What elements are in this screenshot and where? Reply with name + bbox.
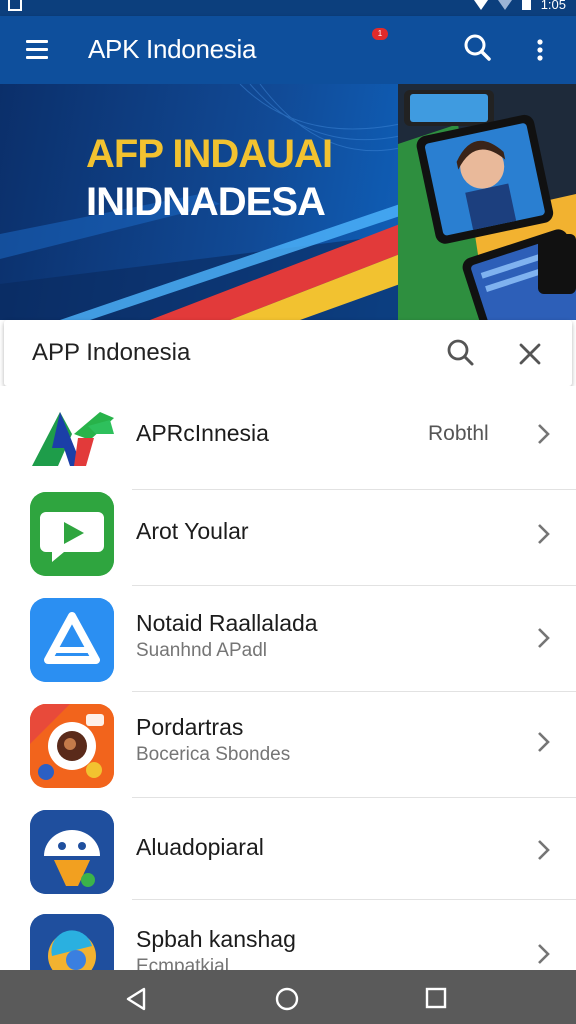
status-bar: 1:05 — [0, 0, 576, 16]
list-item[interactable]: Spbah kanshag Ecmpatkial — [0, 900, 576, 970]
chevron-right-icon — [538, 628, 550, 648]
app-meta-text: Robthl — [428, 422, 489, 445]
more-vert-icon[interactable] — [528, 34, 552, 66]
list-item[interactable]: Aluadopiaral — [0, 798, 576, 900]
app-list: APRcInnesia Robthl Arot Yoular Notaid Ra… — [0, 386, 576, 970]
list-item[interactable]: Notaid Raallalada Suanhnd APadl — [0, 586, 576, 692]
menu-icon[interactable] — [24, 38, 52, 62]
app-subtitle-text: Suanhnd APadl — [136, 640, 268, 661]
triangle-a-icon — [30, 598, 114, 682]
chevron-right-icon — [538, 840, 550, 860]
chevron-right-icon — [538, 524, 550, 544]
app-title-text: Spbah kanshag — [136, 926, 296, 952]
coffee-cup-icon — [30, 704, 114, 788]
app-subtitle-text: Bocerica Sbondes — [136, 744, 291, 765]
notification-badge: 1 — [372, 28, 388, 40]
search-bar — [4, 320, 572, 386]
app-title: APK Indonesia — [88, 34, 257, 64]
app-subtitle-text: Ecmpatkial — [136, 956, 229, 970]
close-icon[interactable] — [514, 338, 546, 370]
app-title-text: Arot Yoular — [136, 518, 249, 544]
gallery-icon — [8, 0, 22, 11]
app-title-text: APRcInnesia — [136, 420, 269, 446]
battery-icon — [521, 0, 531, 10]
search-icon[interactable] — [462, 32, 494, 66]
signal-icon — [497, 0, 512, 10]
list-item[interactable]: Pordartras Bocerica Sbondes — [0, 692, 576, 798]
home-icon[interactable] — [274, 986, 300, 1012]
chevron-right-icon — [538, 944, 550, 964]
chevron-right-icon — [538, 732, 550, 752]
back-icon[interactable] — [124, 986, 150, 1012]
status-icons: 1:05 — [473, 0, 566, 12]
system-nav-bar — [0, 970, 576, 1024]
android-face-icon — [30, 810, 114, 894]
phones-illustration — [398, 84, 576, 320]
status-time: 1:05 — [540, 0, 566, 12]
banner-title: AFP INDAUAI INIDNADESA — [86, 130, 333, 226]
chevron-right-icon — [538, 424, 550, 444]
promo-banner[interactable]: AFP INDAUAI INIDNADESA — [0, 84, 576, 320]
list-item[interactable]: Arot Yoular — [0, 482, 576, 586]
banner-line-1: AFP INDAUAI — [86, 132, 333, 176]
wifi-icon — [473, 0, 488, 10]
app-title-text: Pordartras — [136, 714, 244, 740]
af-logo-icon — [30, 394, 114, 478]
recents-icon[interactable] — [424, 986, 448, 1010]
search-input[interactable] — [32, 336, 412, 370]
list-item[interactable]: APRcInnesia Robthl — [0, 386, 576, 490]
app-bar: APK Indonesia 1 — [0, 16, 576, 84]
app-title-text: Aluadopiaral — [136, 834, 264, 860]
play-chat-icon — [30, 492, 114, 576]
app-title-text: Notaid Raallalada — [136, 610, 318, 636]
globe-icon — [30, 914, 114, 970]
search-icon[interactable] — [444, 336, 478, 370]
banner-line-2: INIDNADESA — [86, 180, 326, 224]
